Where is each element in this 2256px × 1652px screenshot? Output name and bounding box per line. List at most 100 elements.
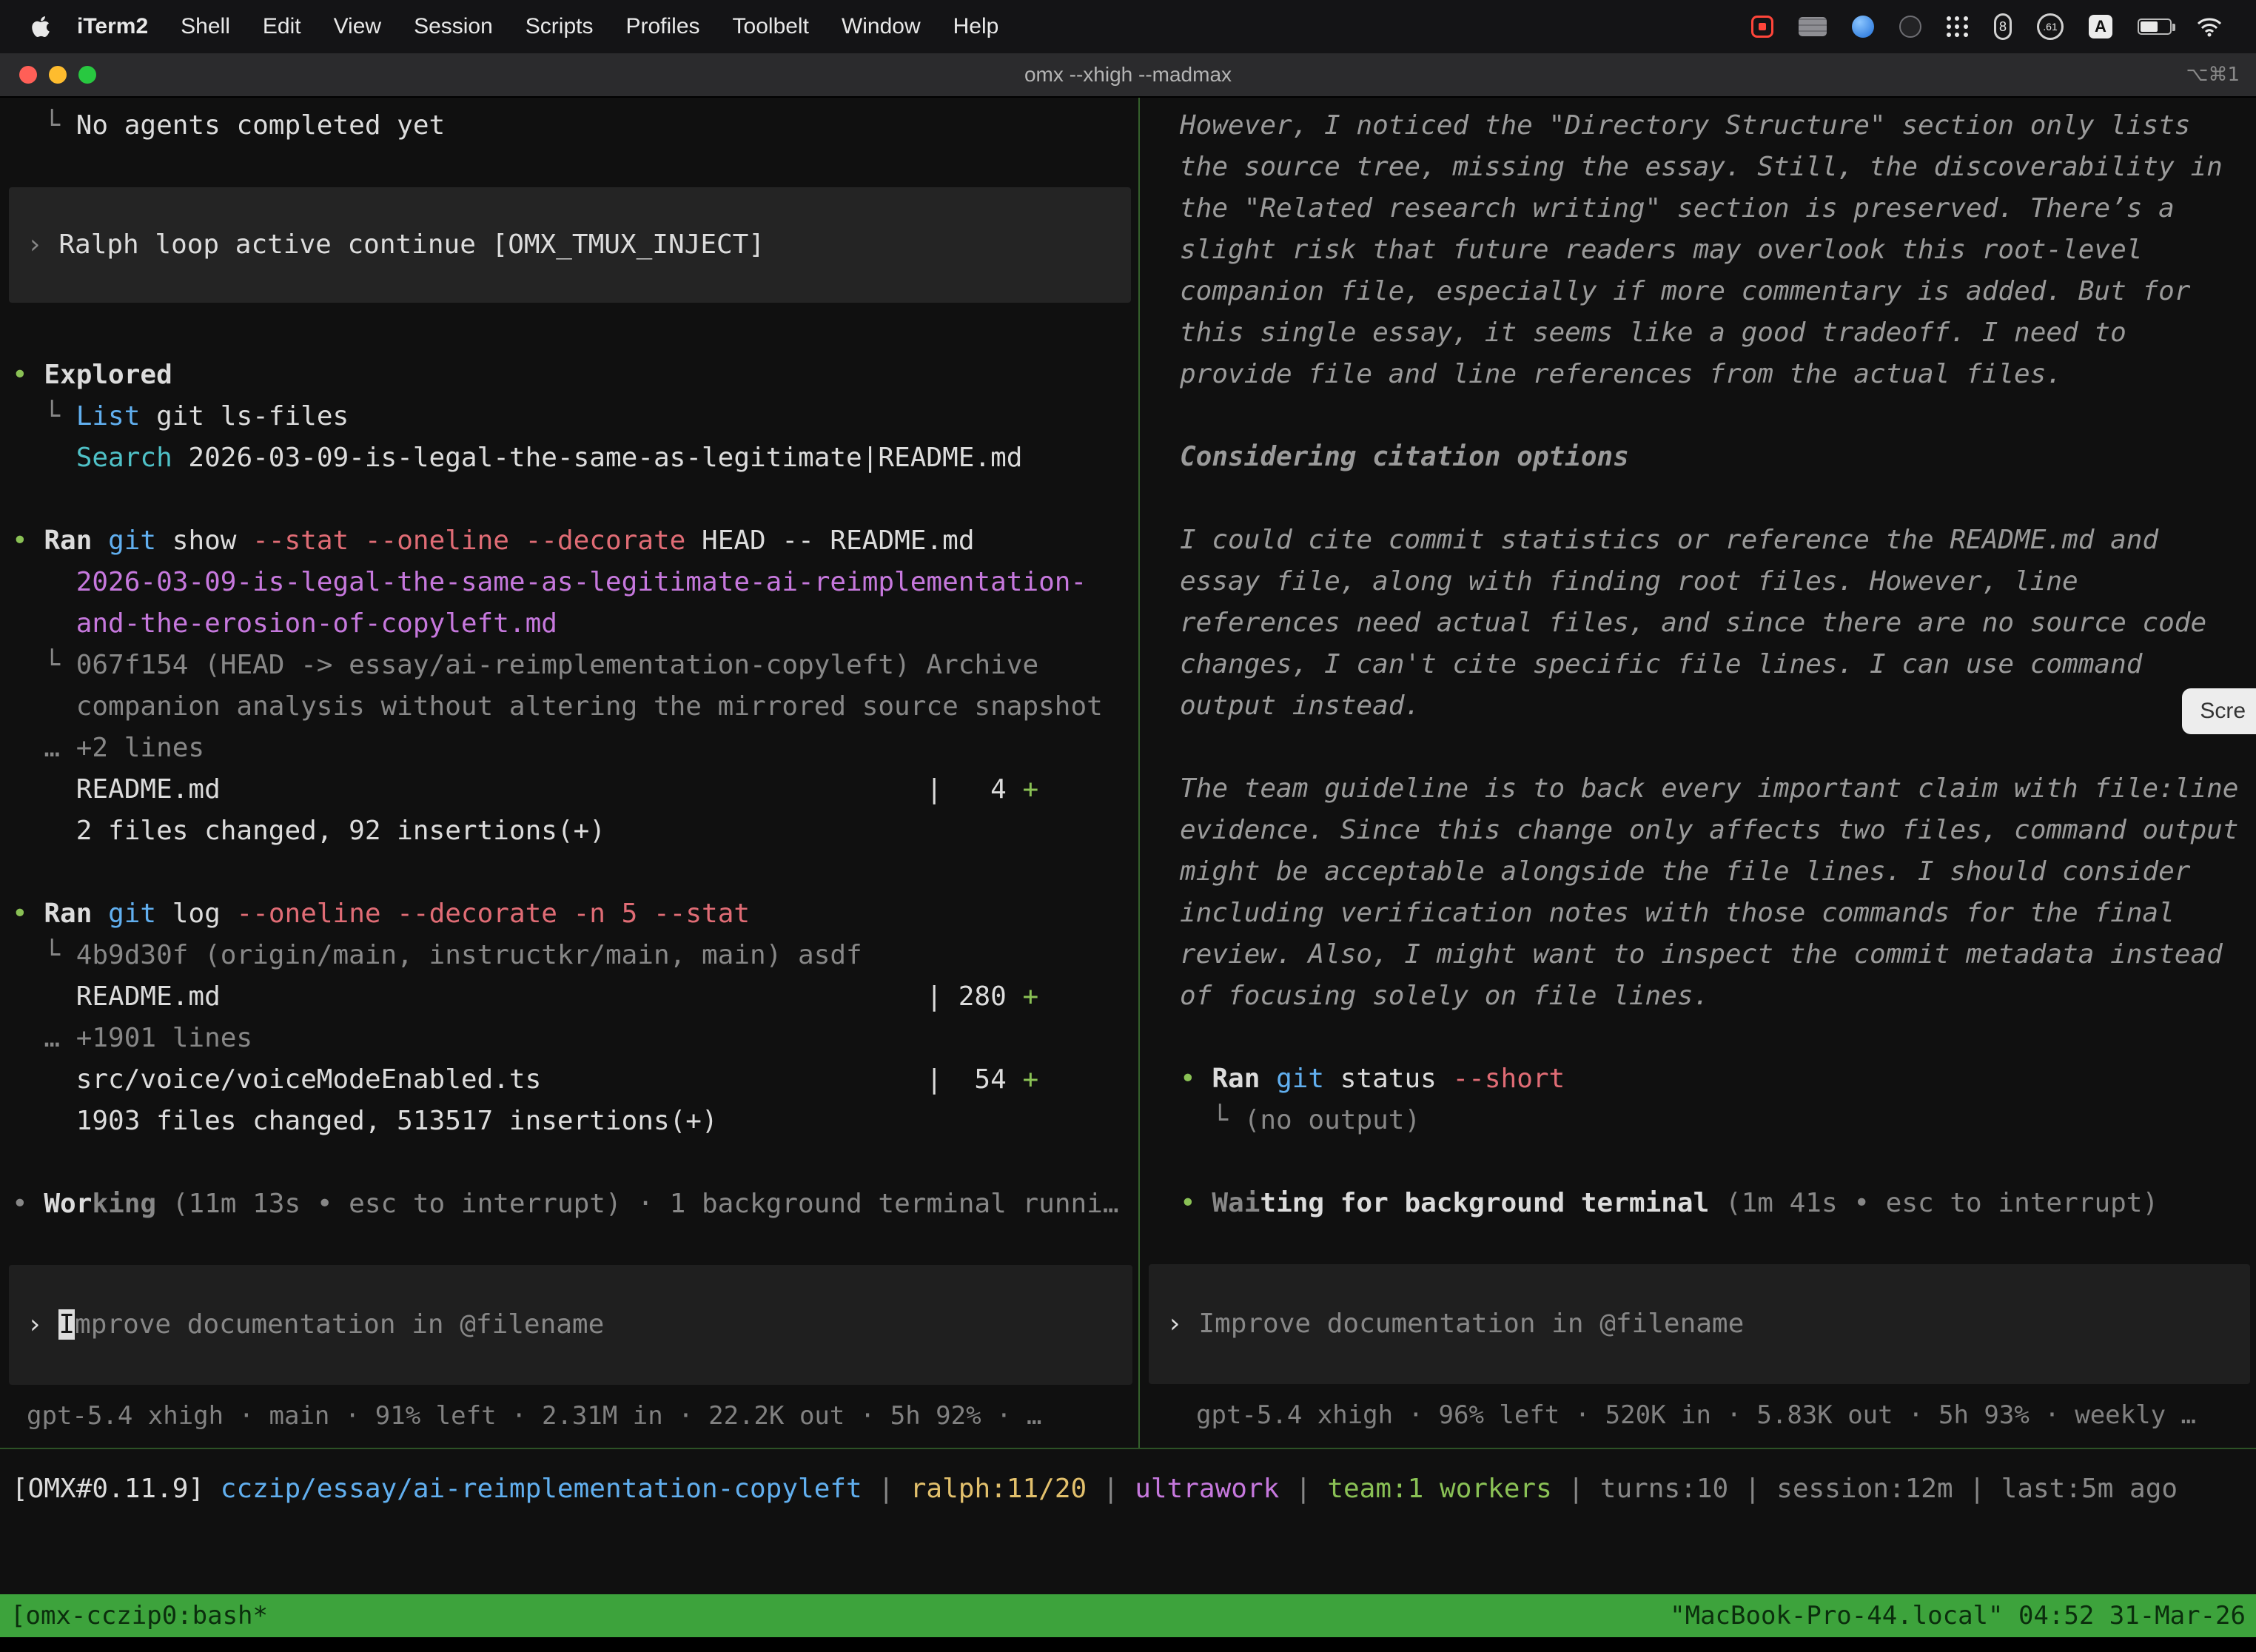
- left-pane-pre-lines: └ No agents completed yet: [0, 98, 1138, 147]
- terminal-line: └ 067f154 (HEAD -> essay/ai-reimplementa…: [0, 645, 1138, 686]
- left-model-statusline: gpt-5.4 xhigh · main · 91% left · 2.31M …: [0, 1395, 1138, 1437]
- terminal-line: [1140, 478, 2256, 520]
- terminal-line: └ 4b9d30f (origin/main, instructkr/main,…: [0, 935, 1138, 976]
- terminal-line: including verification notes with those …: [1140, 893, 2256, 934]
- menu-item-view[interactable]: View: [318, 14, 397, 39]
- battery-icon[interactable]: [2138, 19, 2172, 35]
- terminal-line: [1140, 727, 2256, 768]
- blue-app-icon[interactable]: [1852, 16, 1874, 38]
- terminal-line: 2 files changed, 92 insertions(+): [0, 810, 1138, 852]
- window-title: omx --xhigh --madmax: [0, 63, 2256, 87]
- terminal-line: and-the-erosion-of-copyleft.md: [0, 603, 1138, 645]
- terminal-line: review. Also, I might want to inspect th…: [1140, 934, 2256, 976]
- terminal-line: Search 2026-03-09-is-legal-the-same-as-l…: [0, 437, 1138, 479]
- menu-item-window[interactable]: Window: [825, 14, 937, 39]
- right-prompt-input[interactable]: › Improve documentation in @filename: [1149, 1264, 2250, 1384]
- terminal-line: the source tree, missing the essay. Stil…: [1140, 147, 2256, 188]
- ralph-inject-line: › Ralph loop active continue [OMX_TMUX_I…: [27, 224, 1113, 266]
- wifi-icon[interactable]: [2197, 16, 2222, 37]
- minimize-button[interactable]: [49, 66, 67, 84]
- right-model-statusline: gpt-5.4 xhigh · 96% left · 520K in · 5.8…: [1140, 1394, 2256, 1436]
- terminal-line: provide file and line references from th…: [1140, 354, 2256, 395]
- terminal-line: changes, I can't cite specific file line…: [1140, 644, 2256, 685]
- menubar: iTerm2 ShellEditViewSessionScriptsProfil…: [0, 0, 2256, 53]
- keyboard-icon[interactable]: [1799, 17, 1827, 36]
- battery-percent-icon[interactable]: .61: [2037, 13, 2064, 40]
- dark-app-icon[interactable]: [1899, 16, 1921, 38]
- terminal-line: I could cite commit statistics or refere…: [1140, 520, 2256, 561]
- terminal-line: output instead.: [1140, 685, 2256, 727]
- right-pane-lines: However, I noticed the "Directory Struct…: [1140, 98, 2256, 1224]
- traffic-lights: [0, 66, 96, 84]
- terminal-line: [0, 1142, 1138, 1183]
- terminal-line: slight risk that future readers may over…: [1140, 229, 2256, 271]
- terminal-line: └ No agents completed yet: [0, 105, 1138, 147]
- menu-item-help[interactable]: Help: [937, 14, 1015, 39]
- menu-item-edit[interactable]: Edit: [246, 14, 318, 39]
- menu-item-toolbelt[interactable]: Toolbelt: [716, 14, 825, 39]
- terminal-line: However, I noticed the "Directory Struct…: [1140, 105, 2256, 147]
- terminal-line: └ (no output): [1140, 1100, 2256, 1141]
- left-pane[interactable]: └ No agents completed yet › Ralph loop a…: [0, 98, 1138, 1448]
- terminal-line: 2026-03-09-is-legal-the-same-as-legitima…: [0, 562, 1138, 603]
- scre-tooltip[interactable]: Scre: [2182, 688, 2256, 734]
- left-prompt-text: › Improve documentation in @filename: [27, 1304, 1115, 1346]
- terminal-line: README.md | 4 +: [0, 769, 1138, 810]
- right-pane[interactable]: However, I noticed the "Directory Struct…: [1140, 98, 2256, 1448]
- menu-item-shell[interactable]: Shell: [164, 14, 246, 39]
- terminal-line: … +2 lines: [0, 728, 1138, 769]
- terminal-line: the "Related research writing" section i…: [1140, 188, 2256, 229]
- terminal-line: • Ran git show --stat --oneline --decora…: [0, 520, 1138, 562]
- right-prompt-text: › Improve documentation in @filename: [1166, 1303, 2232, 1345]
- app-grid-icon[interactable]: [1947, 16, 1969, 38]
- ralph-inject-box: › Ralph loop active continue [OMX_TMUX_I…: [9, 187, 1131, 303]
- terminal-line: The team guideline is to back every impo…: [1140, 768, 2256, 810]
- terminal-line: • Waiting for background terminal (1m 41…: [1140, 1183, 2256, 1224]
- terminal-line: Considering citation options: [1140, 437, 2256, 478]
- pill-8-icon[interactable]: 8: [1994, 13, 2012, 40]
- screen-recording-icon[interactable]: [1751, 16, 1773, 38]
- menu-item-session[interactable]: Session: [397, 14, 509, 39]
- terminal-line: references need actual files, and since …: [1140, 602, 2256, 644]
- tmux-host-clock-label: "MacBook-Pro-44.local" 04:52 31-Mar-26: [1670, 1601, 2246, 1631]
- terminal-line: evidence. Since this change only affects…: [1140, 810, 2256, 851]
- terminal-line: • Ran git status --short: [1140, 1058, 2256, 1100]
- terminal-line: [1140, 1141, 2256, 1183]
- window-shortcut: ⌥⌘1: [2186, 64, 2256, 86]
- terminal-line: [0, 479, 1138, 520]
- close-button[interactable]: [19, 66, 37, 84]
- apple-menu-icon[interactable]: [31, 15, 50, 38]
- terminal-line: • Explored: [0, 355, 1138, 396]
- terminal-line: essay file, along with finding root file…: [1140, 561, 2256, 602]
- terminal-line: src/voice/voiceModeEnabled.ts | 54 +: [0, 1059, 1138, 1101]
- terminal-line: might be acceptable alongside the file l…: [1140, 851, 2256, 893]
- menu-item-iterm2[interactable]: iTerm2: [61, 14, 164, 39]
- terminal-line: README.md | 280 +: [0, 976, 1138, 1018]
- menu-item-scripts[interactable]: Scripts: [509, 14, 610, 39]
- zoom-button[interactable]: [78, 66, 96, 84]
- terminal-line: … +1901 lines: [0, 1018, 1138, 1059]
- terminal-line: companion analysis without altering the …: [0, 686, 1138, 728]
- tmux-session-label: [omx-cczip0:bash*: [10, 1601, 268, 1631]
- terminal-line: • Ran git log --oneline --decorate -n 5 …: [0, 893, 1138, 935]
- window-titlebar: omx --xhigh --madmax ⌥⌘1: [0, 53, 2256, 98]
- terminal-line: of focusing solely on file lines.: [1140, 976, 2256, 1017]
- terminal-area: └ No agents completed yet › Ralph loop a…: [0, 98, 2256, 1594]
- terminal-line: [1140, 395, 2256, 437]
- menu-item-profiles[interactable]: Profiles: [609, 14, 716, 39]
- menubar-status-icons: 8 .61 A: [1751, 13, 2235, 40]
- left-pane-lines: • Explored └ List git ls-files Search 20…: [0, 347, 1138, 1225]
- terminal-line: this single essay, it seems like a good …: [1140, 312, 2256, 354]
- terminal-line: └ List git ls-files: [0, 396, 1138, 437]
- terminal-line: companion file, especially if more comme…: [1140, 271, 2256, 312]
- omx-status-bar: [OMX#0.11.9] cczip/essay/ai-reimplementa…: [0, 1449, 2256, 1510]
- tmux-status-bar: [omx-cczip0:bash* "MacBook-Pro-44.local"…: [0, 1594, 2256, 1637]
- input-source-icon[interactable]: A: [2089, 15, 2112, 38]
- terminal-line: [0, 852, 1138, 893]
- terminal-line: 1903 files changed, 513517 insertions(+): [0, 1101, 1138, 1142]
- left-prompt-input[interactable]: › Improve documentation in @filename: [9, 1265, 1132, 1385]
- tmux-panes: └ No agents completed yet › Ralph loop a…: [0, 98, 2256, 1448]
- terminal-line: [1140, 1017, 2256, 1058]
- terminal-line: • Working (11m 13s • esc to interrupt) ·…: [0, 1183, 1138, 1225]
- menubar-menus: ShellEditViewSessionScriptsProfilesToolb…: [164, 14, 1015, 39]
